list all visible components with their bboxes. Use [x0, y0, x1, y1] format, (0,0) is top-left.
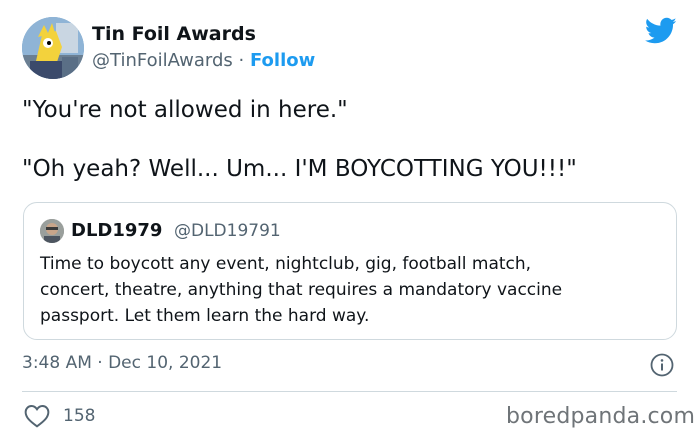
quoted-author-name: DLD1979: [71, 220, 163, 241]
twitter-bird-icon[interactable]: [645, 17, 677, 45]
tweet-card: Tin Foil Awards @TinFoilAwards · Follow …: [0, 0, 700, 443]
quoted-text-line: concert, theatre, anything that requires…: [40, 280, 563, 300]
tweet-text-line-2: "Oh yeah? Well... Um... I'M BOYCOTTING Y…: [22, 156, 577, 182]
quoted-text-line: Time to boycott any event, nightclub, gi…: [40, 254, 532, 274]
quoted-author-avatar: [40, 219, 64, 243]
handle-separator: ·: [232, 50, 250, 71]
boredpanda-watermark: boredpanda.com: [506, 404, 696, 429]
quoted-author-handle: @DLD19791: [174, 221, 281, 241]
author-name[interactable]: Tin Foil Awards: [92, 23, 256, 45]
follow-button[interactable]: Follow: [250, 50, 315, 71]
footer-divider: [22, 391, 677, 392]
quoted-tweet[interactable]: DLD1979 @DLD19791 Time to boycott any ev…: [23, 202, 677, 340]
quoted-text-line: passport. Let them learn the hard way.: [40, 306, 370, 326]
heart-icon: [24, 405, 50, 428]
like-count: 158: [63, 406, 96, 426]
quoted-text: Time to boycott any event, nightclub, gi…: [40, 251, 562, 329]
author-handle[interactable]: @TinFoilAwards: [92, 50, 233, 71]
author-handle-line: @TinFoilAwards · Follow: [92, 50, 315, 71]
like-button[interactable]: 158: [24, 402, 95, 430]
author-avatar[interactable]: [22, 17, 84, 79]
info-icon[interactable]: [650, 353, 674, 377]
tweet-text-line-1: "You're not allowed in here.": [22, 97, 348, 123]
tweet-timestamp[interactable]: 3:48 AM · Dec 10, 2021: [22, 353, 222, 373]
